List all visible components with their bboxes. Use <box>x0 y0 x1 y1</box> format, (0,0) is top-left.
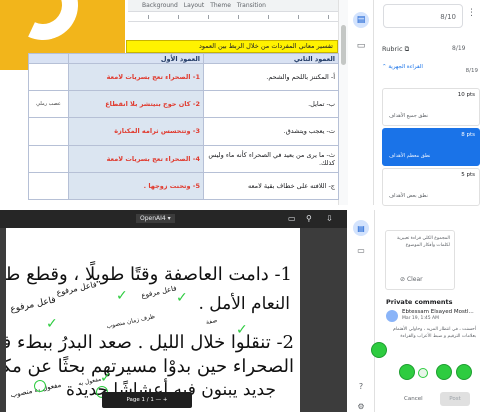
toolbar-theme[interactable]: Theme <box>210 2 231 9</box>
table-cell-first: 2- كان حوج بنيتشر بلا انقطاع <box>68 90 204 119</box>
avatar <box>386 310 398 322</box>
comment-body: أحسنت ، في انتظار المزيد ، وحاولي الأهتم… <box>393 327 476 339</box>
table-cell-second: ث- ما يرى من بعيد في الصحراء كأنه ماء ول… <box>203 144 339 173</box>
handwritten-line: الصحراء حين بدوْا مسيرتهم بحثًا عن مكان <box>6 356 294 377</box>
post-button[interactable]: Post <box>440 392 470 406</box>
sad-face-icon <box>34 380 46 392</box>
annotation-scribble: ظرف زمان منصوب <box>105 312 156 331</box>
handwritten-line: النعام الأمل . <box>198 294 290 314</box>
more-vert-icon[interactable]: ⋮ <box>467 8 476 18</box>
annotation-scribble: فاعل مرفوع <box>140 284 178 300</box>
checkmark-icon: ✓ <box>236 322 248 338</box>
handwritten-line: 1- دامت العاصفة وقتًا طويلًا ، وقطع طائر… <box>6 264 292 285</box>
table-cell-first: 1- الصحراء تعج بسريات لامعة <box>68 63 204 92</box>
rubric-level-2[interactable]: 8 pts نطق معظم الأهداف <box>382 128 480 166</box>
rubric-level-3[interactable]: 5 pts نطق بعض الأهداف <box>382 168 480 206</box>
checkmark-icon: ✓ <box>46 316 58 332</box>
rubric-title: Rubric ⧉ <box>382 45 410 53</box>
doc-scrollbar[interactable] <box>338 0 348 205</box>
sad-face-icon <box>371 342 387 358</box>
chevron-up-icon: ⌃ <box>382 64 387 70</box>
checkmark-icon <box>456 364 472 380</box>
comment-icon[interactable]: ▭ <box>353 242 369 258</box>
table-cell-second: أ- المكتنز باللحم والشحم. <box>203 63 339 92</box>
private-comments-title: Private comments <box>386 298 453 306</box>
table-header: العمود الثاني <box>203 52 339 65</box>
doc-ruler <box>128 12 338 22</box>
toolbar-transition[interactable]: Transition <box>237 2 266 9</box>
toolbar-background[interactable]: Background <box>142 2 178 9</box>
grade-input[interactable]: 8/10 <box>383 4 463 28</box>
table-row: 5- وتحنت زوجها . ج- اللافته على خطاف بقي… <box>28 171 339 201</box>
file-name-dropdown[interactable]: OpenAI4 ▾ <box>136 214 175 223</box>
table-row: عصب رملي 2- كان حوج بنيتشر بلا انقطاع ب-… <box>28 90 339 119</box>
criterion-name: القراءة الجهرية <box>388 64 423 70</box>
table-cell-first: 4- الصحراء تعج بسريات لامعة <box>68 144 204 173</box>
instruction-banner: تفسير معاني المفردات من خلال الربط بين ا… <box>126 40 338 53</box>
submission-page[interactable]: 1- دامت العاصفة وقتًا طويلًا ، وقطع طائر… <box>6 228 300 412</box>
emoji-icon[interactable] <box>418 368 428 378</box>
table-cell-second: ب- تمايل. <box>203 90 339 119</box>
rubric-total: 8/19 <box>452 45 466 52</box>
table-cell-first: 5- وتحنت زوجها . <box>68 171 204 201</box>
comment-add-icon[interactable]: ▭ <box>288 214 296 223</box>
table-note <box>28 171 69 201</box>
checkmark-icon: ✓ <box>116 288 128 304</box>
table-header <box>28 52 69 65</box>
rubric-icon[interactable]: ▤ <box>353 12 369 28</box>
table-header-row: العمود الأول العمود الثاني <box>28 52 339 65</box>
table-note <box>28 63 69 92</box>
open-rubric-icon: ⧉ <box>404 45 410 53</box>
viewer-toolbar: OpenAI4 ▾ ▭ ⚲ ⇩ <box>0 210 347 228</box>
criterion-score: 8/19 <box>465 68 478 74</box>
annotation-scribble: فاعل مرفوع <box>9 295 57 315</box>
criterion-toggle[interactable]: ⌃ القراءة الجهرية 8/19 <box>382 64 482 82</box>
download-icon[interactable]: ⇩ <box>326 214 333 223</box>
checkmark-icon: ✓ <box>176 290 188 306</box>
toolbar-layout[interactable]: Layout <box>184 2 204 9</box>
doc-toolbar: Background Layout Theme Transition <box>128 0 338 12</box>
vocabulary-table: العمود الأول العمود الثاني 1- الصحراء تع… <box>28 52 339 201</box>
checkmark-icon: ✓ <box>100 370 112 386</box>
settings-icon[interactable]: ⚙ <box>353 398 369 412</box>
rubric-level-1[interactable]: 10 pts نطق جميع الأهداف <box>382 88 480 126</box>
clear-button[interactable]: ⊘ Clear <box>400 276 423 283</box>
cancel-button[interactable]: Cancel <box>404 396 423 402</box>
table-cell-second: ت- يعجب ويتشدق. <box>203 117 339 146</box>
table-row: 4- الصحراء تعج بسريات لامعة ث- ما يرى من… <box>28 144 339 173</box>
clear-icon: ⊘ <box>400 276 406 283</box>
handwritten-line: 2- تنقلوا خلال الليل . صعد البدرُ ببطء ف… <box>6 332 294 353</box>
table-note: عصب رملي <box>28 90 69 119</box>
checkmark-icon <box>436 364 452 380</box>
comment-icon[interactable]: ▭ <box>353 38 369 54</box>
checkmark-icon <box>399 364 415 380</box>
table-note <box>28 144 69 173</box>
table-cell-first: 3- وتتحسس ثرامه المكنازة <box>68 117 204 146</box>
viewer-gutter-right <box>300 228 347 412</box>
table-header: العمود الأول <box>68 52 204 65</box>
help-icon[interactable]: ? <box>353 378 369 394</box>
grading-bottom-panel: OpenAI4 ▾ ▭ ⚲ ⇩ 1- دامت العاصفة وقتًا طو… <box>0 210 483 412</box>
table-row: 1- الصحراء تعج بسريات لامعة أ- المكتنز ب… <box>28 63 339 92</box>
table-cell-second: ج- اللافته على خطاف بقية لامعه <box>203 171 339 201</box>
commenter-name: Ebtessam Elsayed Mostl... <box>402 309 474 315</box>
zoom-icon[interactable]: ⚲ <box>306 214 312 223</box>
table-row: 3- وتتحسس ثرامه المكنازة ت- يعجب ويتشدق. <box>28 117 339 146</box>
rubric-icon[interactable]: ▤ <box>353 220 369 236</box>
table-note <box>28 117 69 146</box>
comment-date: Mar 19, 1:45 AM <box>402 316 440 321</box>
annotation-scribble: صفة <box>205 316 218 327</box>
grading-top-panel: Background Layout Theme Transition تفسير… <box>0 0 483 206</box>
page-controls[interactable]: Page 1 / 1 — + <box>102 392 192 408</box>
